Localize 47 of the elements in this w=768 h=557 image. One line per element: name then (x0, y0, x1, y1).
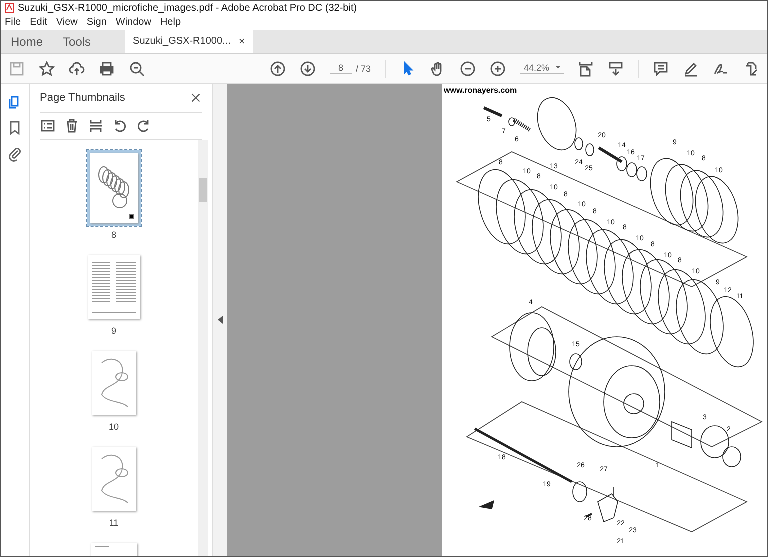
menu-item[interactable]: Window (116, 17, 152, 28)
pen-icon[interactable] (683, 60, 699, 76)
page-thumbnail[interactable] (89, 444, 139, 514)
scrollbar[interactable] (198, 140, 208, 556)
print-icon[interactable] (99, 60, 115, 76)
options-icon[interactable] (40, 118, 56, 134)
tab[interactable]: Home (1, 30, 54, 53)
menu-item[interactable]: Edit (30, 17, 48, 28)
page-thumbnail[interactable] (89, 348, 139, 418)
insert-page-icon[interactable] (88, 118, 104, 134)
panel-title: Page Thumbnails (40, 92, 126, 104)
window-title: Suzuki_GSX-R1000_microfiche_images.pdf - Adobe Acrobat Pro DC (32-bit) (18, 2, 358, 14)
star-icon[interactable] (39, 60, 55, 76)
tab[interactable]: Tools (53, 30, 102, 53)
page-number: 9 (111, 326, 116, 336)
search-icon[interactable] (129, 60, 145, 76)
close-icon[interactable]: × (238, 36, 246, 48)
page-number-field[interactable]: 8 (330, 63, 352, 74)
page-fit-icon[interactable] (578, 60, 594, 76)
collapse-arrow-icon[interactable] (218, 316, 222, 324)
page-thumbnail[interactable] (88, 540, 140, 556)
zoom-in-icon[interactable] (490, 60, 506, 76)
tab[interactable]: Suzuki_GSX-R1000... × (125, 30, 254, 53)
page-count: / 73 (356, 64, 371, 74)
menu-item[interactable]: Sign (86, 17, 107, 28)
page-thumbnail[interactable] (87, 150, 141, 226)
page-thumbnail[interactable] (85, 252, 143, 322)
pdf-app-icon (5, 3, 14, 13)
trash-icon[interactable] (64, 118, 80, 134)
zoom-out-icon[interactable] (460, 60, 476, 76)
menu-item[interactable]: View (56, 17, 78, 28)
page-number: 8 (111, 230, 116, 240)
page-number: 10 (108, 422, 119, 432)
cloud-upload-icon[interactable] (69, 60, 85, 76)
paperclip-icon[interactable] (7, 146, 23, 162)
edit-document-icon[interactable] (743, 60, 759, 76)
page-number: 11 (109, 518, 119, 528)
comment-icon[interactable] (653, 60, 669, 76)
zoom-field[interactable]: 44.2% (520, 63, 564, 74)
caret-icon (556, 66, 560, 70)
menu-item[interactable]: File (5, 17, 22, 28)
scroll-icon[interactable] (608, 60, 624, 76)
close-icon[interactable] (190, 92, 202, 104)
arrow-down-circle-icon[interactable] (300, 60, 316, 76)
arrow-up-circle-icon[interactable] (270, 60, 286, 76)
website-text: www.ronayers.com (444, 86, 518, 95)
menu-item[interactable]: Help (160, 17, 182, 28)
